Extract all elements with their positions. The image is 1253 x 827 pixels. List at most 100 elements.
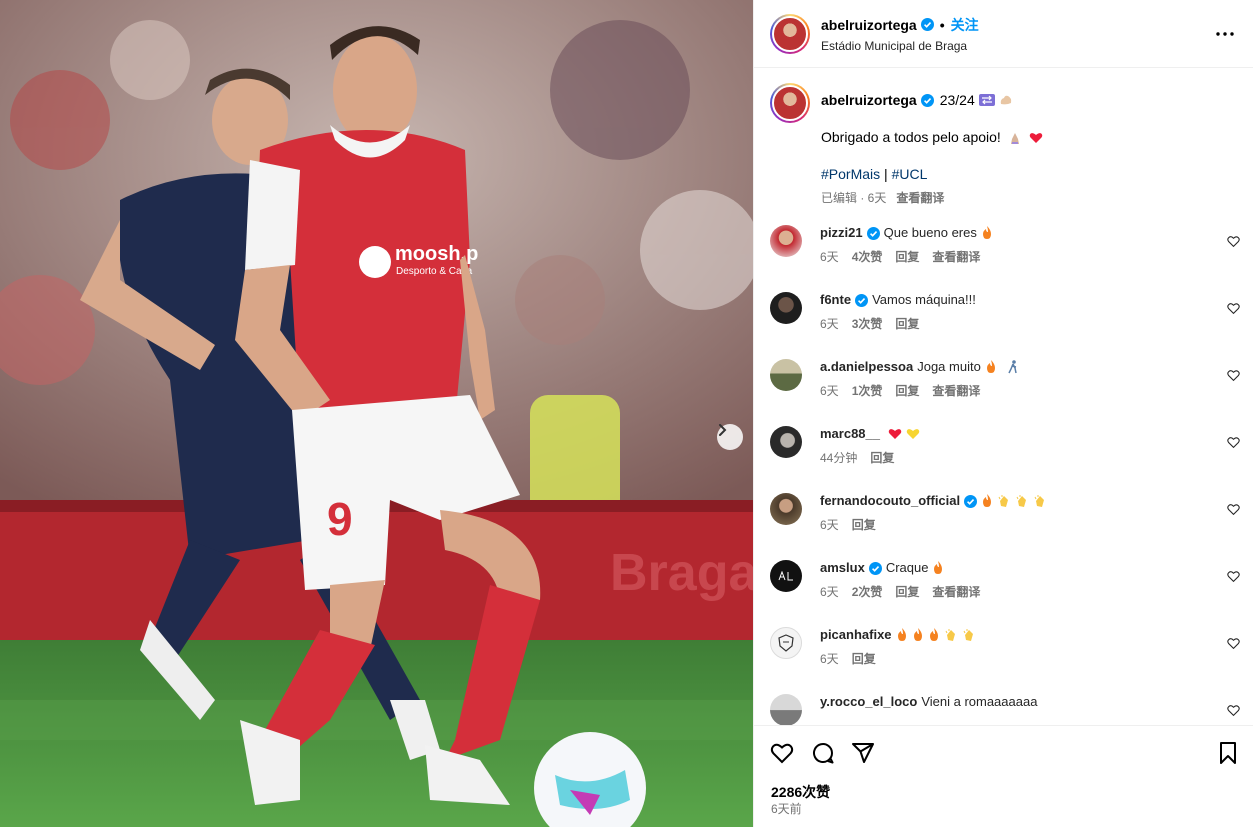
praying-hands-icon — [1010, 132, 1019, 144]
flexed-biceps-icon — [1000, 95, 1011, 105]
verified-badge-icon — [920, 18, 934, 31]
comment-item: fernandocouto_official 6天 回复 — [754, 493, 1253, 560]
author-username[interactable]: abelruizortega — [821, 17, 917, 33]
commenter-avatar[interactable] — [770, 426, 802, 458]
bookmark-icon[interactable] — [1216, 741, 1240, 765]
more-options-button[interactable] — [1215, 24, 1235, 44]
like-count[interactable]: 2286次赞 — [771, 782, 830, 802]
commenter-avatar[interactable] — [770, 359, 802, 391]
red-heart-icon — [888, 429, 902, 439]
see-translation-link[interactable]: 查看翻译 — [932, 584, 980, 600]
caption-title: 23/24 — [939, 92, 975, 108]
hashtag-separator: | — [884, 166, 888, 182]
comment-item: amslux Craque 6天 2次赞 回复 查看翻译 — [754, 560, 1253, 627]
chevron-right-icon — [719, 424, 727, 436]
comment-time: 6天 — [820, 652, 839, 666]
red-heart-icon — [1029, 133, 1042, 144]
comment-text: Que bueno eres — [883, 225, 977, 240]
follow-button[interactable]: 关注 — [951, 15, 979, 35]
reply-link[interactable]: 回复 — [852, 651, 876, 667]
verified-badge-icon — [868, 561, 882, 575]
comment-item: picanhafixe 6天 回复 — [754, 627, 1253, 694]
post-actions-bar: 2286次赞 6天前 — [754, 725, 1253, 827]
hashtag-link[interactable]: #PorMais — [821, 166, 880, 182]
comment-item: marc88__ 44分钟 回复 — [754, 426, 1253, 493]
svg-text:9: 9 — [327, 493, 353, 545]
comment-username[interactable]: marc88__ — [820, 426, 880, 442]
hashtag-link[interactable]: #UCL — [892, 166, 928, 182]
comment-likes[interactable]: 2次赞 — [852, 584, 883, 600]
reply-link[interactable]: 回复 — [852, 517, 876, 533]
commenter-avatar[interactable] — [770, 292, 802, 324]
reply-link[interactable]: 回复 — [895, 383, 919, 399]
caption-text: Obrigado a todos pelo apoio! — [821, 129, 1001, 145]
share-icon[interactable] — [851, 741, 875, 765]
commenter-avatar[interactable] — [770, 493, 802, 525]
verified-badge-icon — [855, 293, 869, 307]
comment-likes[interactable]: 4次赞 — [852, 249, 883, 265]
clapping-hands-icon — [945, 628, 955, 641]
caption-edited-time: 已编辑 · 6天 — [821, 191, 887, 205]
comment-username[interactable]: picanhafixe — [820, 627, 892, 643]
clapping-hands-icon — [963, 628, 973, 641]
like-comment-heart-icon[interactable] — [1227, 436, 1240, 449]
author-avatar[interactable] — [770, 13, 810, 54]
see-translation-link[interactable]: 查看翻译 — [932, 249, 980, 265]
fire-icon — [934, 561, 943, 574]
comment-username[interactable]: fernandocouto_official — [820, 493, 960, 509]
person-walking-icon — [1008, 360, 1017, 374]
post-caption: abelruizortega 23/24 Obrigado a todos pe… — [754, 69, 1253, 207]
caption-hashtags: #PorMais | #UCL — [821, 165, 1043, 183]
fire-icon — [897, 628, 906, 641]
carousel-next-button[interactable] — [717, 424, 743, 450]
brand-logo-icon — [778, 571, 793, 581]
commenter-avatar[interactable] — [770, 627, 802, 659]
like-comment-heart-icon[interactable] — [1227, 637, 1240, 650]
comment-username[interactable]: pizzi21 — [820, 225, 863, 241]
reply-link[interactable]: 回复 — [870, 450, 894, 466]
comment-time: 6天 — [820, 518, 839, 532]
commenter-avatar[interactable] — [770, 225, 802, 257]
comment-time: 6天 — [820, 585, 839, 599]
clapping-hands-icon — [1016, 494, 1027, 507]
comment-username[interactable]: a.danielpessoa — [820, 359, 913, 375]
see-translation-link[interactable]: 查看翻译 — [896, 189, 944, 207]
comment-text: Craque — [885, 560, 929, 575]
like-comment-heart-icon[interactable] — [1227, 235, 1240, 248]
fire-icon — [913, 628, 922, 641]
like-comment-heart-icon[interactable] — [1227, 503, 1240, 516]
reply-link[interactable]: 回复 — [895, 249, 919, 265]
heart-icon[interactable] — [770, 741, 794, 765]
like-comment-heart-icon[interactable] — [1227, 369, 1240, 382]
comment-username[interactable]: f6nte — [820, 292, 851, 308]
caption-username[interactable]: abelruizortega — [821, 91, 917, 109]
comment-likes[interactable]: 1次赞 — [852, 383, 883, 399]
yellow-heart-icon — [906, 429, 920, 439]
see-translation-link[interactable]: 查看翻译 — [932, 383, 980, 399]
comment-item: a.danielpessoa Joga muito 6天 1次赞 回复 查看翻译 — [754, 359, 1253, 426]
comment-username[interactable]: amslux — [820, 560, 865, 576]
comment-text: Joga muito — [917, 359, 981, 374]
verified-badge-icon — [920, 93, 934, 107]
comments-scroll-area[interactable]: abelruizortega 23/24 Obrigado a todos pe… — [754, 69, 1253, 725]
comment-username[interactable]: y.rocco_el_loco — [820, 694, 917, 710]
post-photo[interactable]: Braga moosh.p Desporto & Casa 9 — [0, 0, 753, 827]
caption-avatar[interactable] — [770, 83, 810, 123]
comment-text: Vieni a romaaaaaaa — [921, 694, 1038, 709]
comment-icon[interactable] — [811, 741, 835, 765]
reply-link[interactable]: 回复 — [895, 584, 919, 600]
commenter-avatar[interactable] — [770, 560, 802, 592]
more-icon — [1216, 32, 1234, 36]
like-comment-heart-icon[interactable] — [1227, 570, 1240, 583]
comment-time: 6天 — [820, 250, 839, 264]
fire-icon — [986, 360, 995, 373]
svg-text:Braga: Braga — [610, 544, 753, 602]
like-comment-heart-icon[interactable] — [1227, 704, 1240, 717]
comment-likes[interactable]: 3次赞 — [852, 316, 883, 332]
separator-dot: • — [939, 16, 945, 33]
reply-link[interactable]: 回复 — [895, 316, 919, 332]
verified-badge-icon — [964, 494, 978, 508]
commenter-avatar[interactable] — [770, 694, 802, 725]
post-location[interactable]: Estádio Municipal de Braga — [821, 39, 979, 53]
like-comment-heart-icon[interactable] — [1227, 302, 1240, 315]
